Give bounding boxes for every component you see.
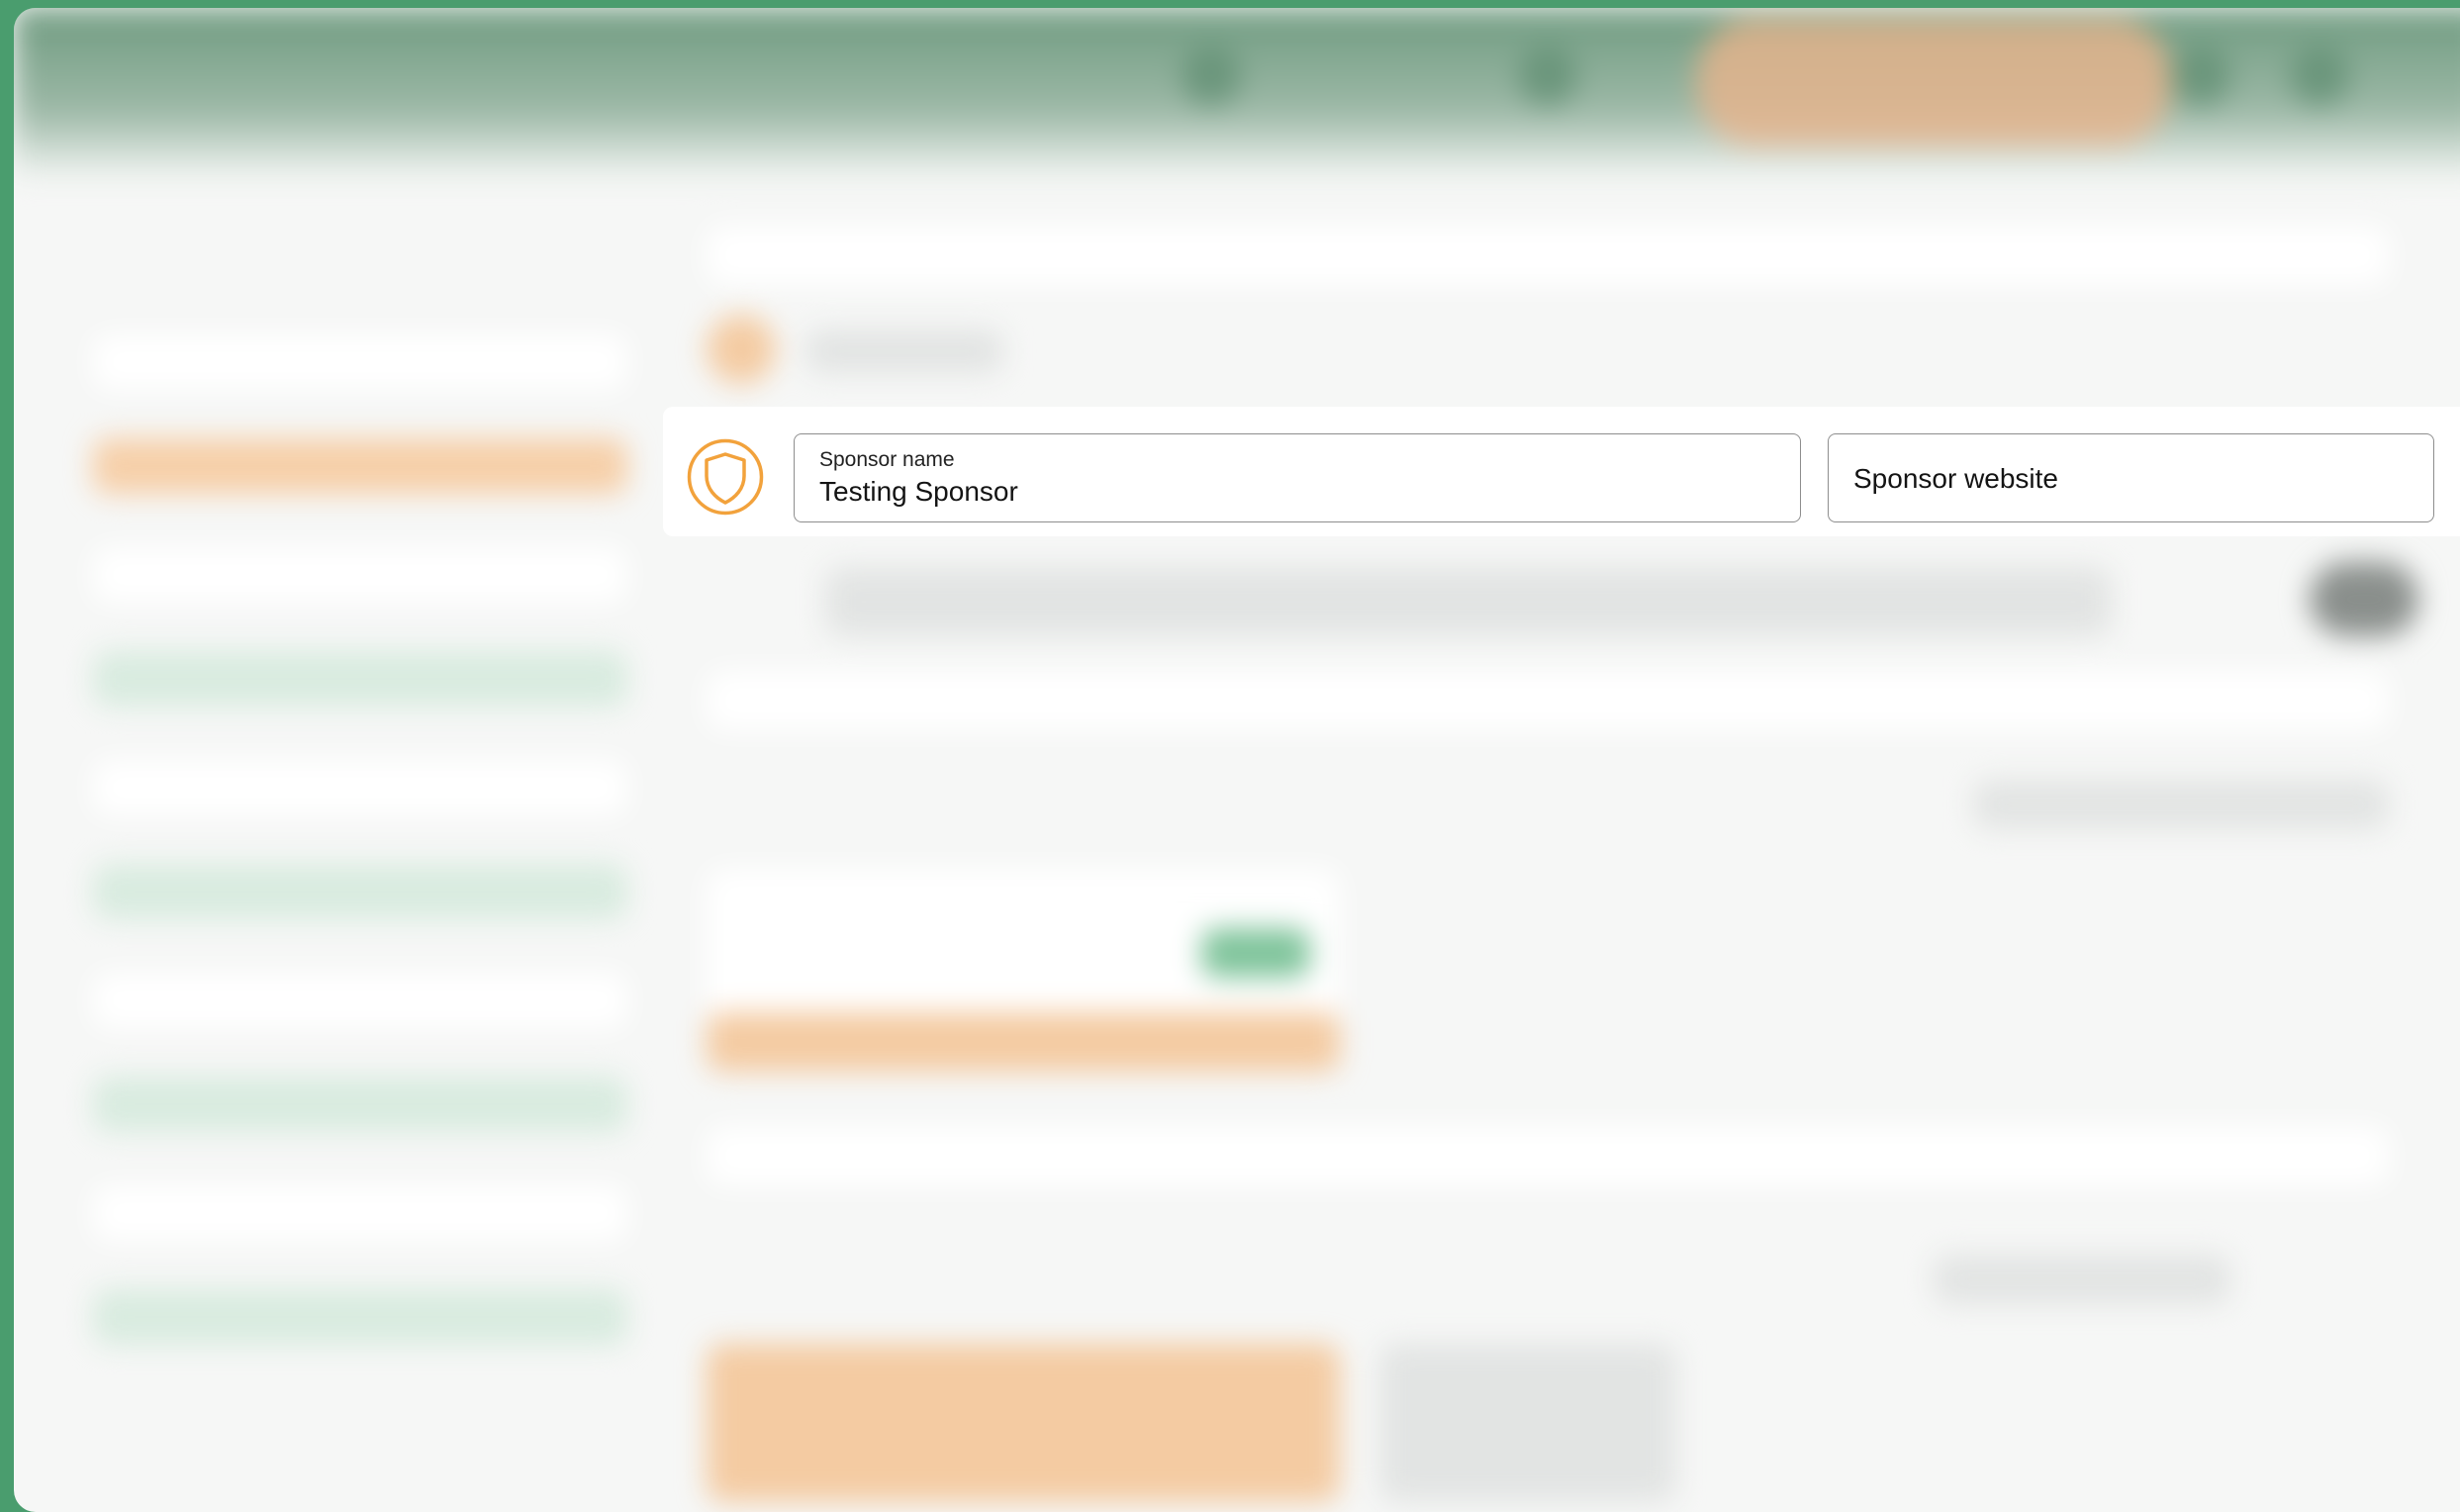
shield-icon (687, 438, 764, 516)
sponsor-name-field[interactable]: Sponsor name Testing Sponsor (794, 433, 1801, 522)
blurred-main (687, 206, 2460, 1502)
sponsor-website-placeholder: Sponsor website (1853, 463, 2059, 494)
app-window (14, 8, 2460, 1512)
sponsor-name-value[interactable]: Testing Sponsor (819, 476, 1018, 508)
sponsor-form-row: Sponsor name Testing Sponsor Sponsor web… (663, 407, 2460, 536)
sponsor-name-label: Sponsor name (819, 448, 955, 471)
blurred-header (14, 8, 2460, 176)
sponsor-website-field[interactable]: Sponsor website (1828, 433, 2434, 522)
blurred-background (14, 8, 2460, 1512)
blurred-sidebar (53, 206, 647, 1492)
